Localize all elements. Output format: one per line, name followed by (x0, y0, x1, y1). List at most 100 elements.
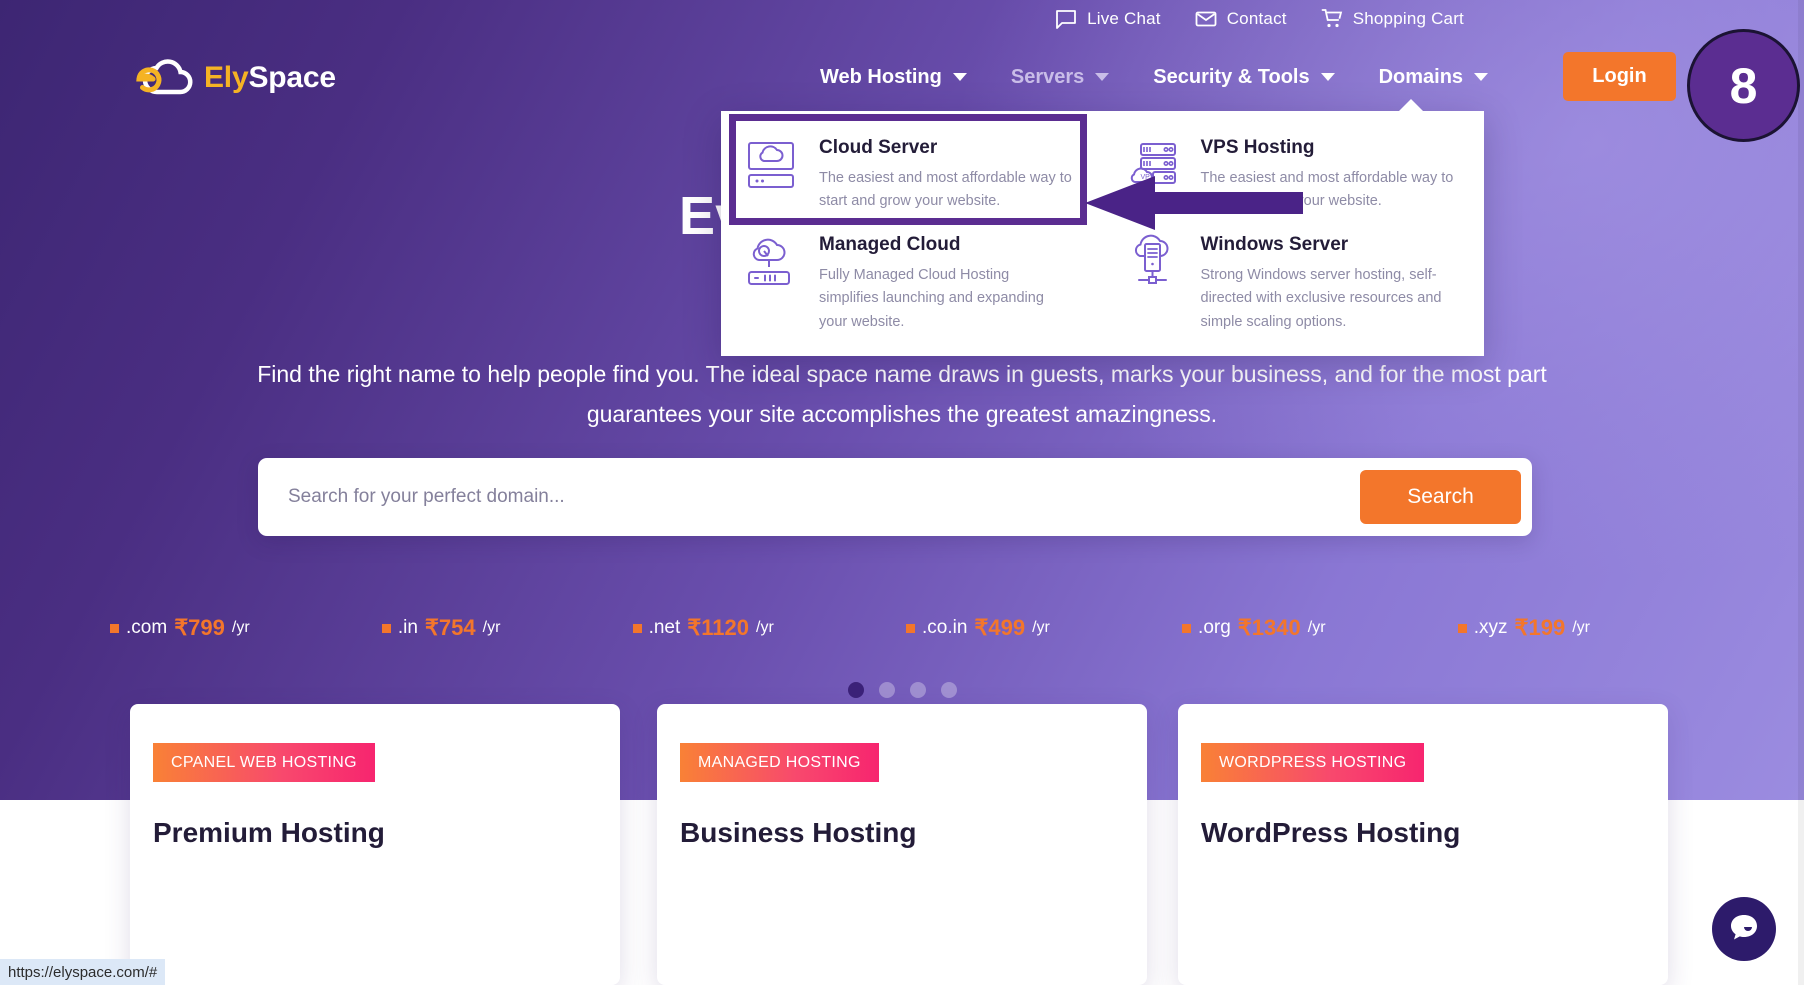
card-title: Premium Hosting (153, 817, 385, 848)
nav-item-security-and-tools[interactable]: Security & Tools (1153, 65, 1335, 89)
dropdown-item-description: The easiest and most affordable way to s… (1200, 170, 1454, 210)
utility-item-label: Shopping Cart (1352, 9, 1464, 28)
dropdown-left-column: Cloud Server The easiest and most afford… (721, 111, 1103, 356)
carousel-dot-2[interactable] (878, 682, 895, 698)
tld-item[interactable]: .org ₹1340 /yr (1182, 615, 1326, 641)
bullet-square-icon (1457, 623, 1467, 633)
hero-subtitle: Find the right name to help people find … (257, 361, 1547, 427)
tld-item[interactable]: .com ₹799 /yr (110, 615, 250, 641)
tld-item[interactable]: .in ₹754 /yr (381, 615, 501, 641)
carousel-pagination (0, 682, 1804, 698)
site-header: ElySpace Web Hosting Servers Security & … (0, 40, 1804, 112)
tld-period: /yr (1572, 619, 1590, 636)
bullet-square-icon (905, 623, 915, 633)
tld-item[interactable]: .net ₹1120 /yr (632, 615, 774, 641)
dropdown-item-description: Strong Windows server hosting, self-dire… (1200, 266, 1442, 330)
hosting-card-cpanel[interactable]: CPANEL WEB HOSTING Premium Hosting (130, 704, 620, 985)
tld-period: /yr (482, 619, 501, 636)
tld-name: .co.in (921, 617, 968, 638)
chat-bubble-icon (1055, 8, 1077, 30)
chevron-down-icon (952, 73, 967, 81)
dropdown-item-cloud-server[interactable]: Cloud Server The easiest and most afford… (721, 125, 1103, 222)
tld-name: .com (126, 617, 168, 638)
chevron-down-icon (1320, 73, 1335, 81)
cloud-server-icon (743, 137, 799, 193)
chat-bubble-filled-icon (1727, 910, 1761, 949)
tld-price: ₹1120 (687, 615, 750, 640)
carousel-dot-4[interactable] (940, 682, 957, 698)
nav-item-web-hosting[interactable]: Web Hosting (820, 66, 967, 89)
dropdown-item-description: Fully Managed Cloud Hosting simplifies l… (819, 266, 1044, 330)
card-title: Business Hosting (680, 817, 917, 848)
utility-item-label: Contact (1226, 9, 1287, 28)
tld-price-list: .com ₹799 /yr .in ₹754 /yr .net ₹1120 /y… (110, 615, 1590, 641)
bullet-square-icon (632, 623, 642, 633)
tld-name: .org (1198, 617, 1231, 638)
tld-period: /yr (1307, 619, 1326, 636)
dropdown-item-managed-cloud[interactable]: Managed Cloud Fully Managed Cloud Hostin… (721, 222, 1103, 342)
utility-bar: Live Chat Contact Shopping Cart (1055, 8, 1464, 30)
chevron-down-icon (1474, 73, 1489, 81)
managed-cloud-icon (743, 234, 799, 290)
dropdown-item-text: Cloud Server The easiest and most afford… (819, 137, 1073, 214)
nav-item-label: Web Hosting (820, 65, 942, 88)
carousel-dot-1[interactable] (847, 682, 864, 698)
utility-item-live-chat[interactable]: Live Chat (1055, 8, 1161, 30)
nav-item-label: Security & Tools (1153, 65, 1310, 88)
search-button[interactable]: Search (1360, 470, 1521, 524)
step-count-badge: 8 (1687, 29, 1800, 142)
dropdown-item-title: Managed Cloud (819, 233, 961, 255)
hosting-card-managed[interactable]: MANAGED HOSTING Business Hosting (657, 704, 1147, 985)
dropdown-item-windows-server[interactable]: Windows Server Strong Windows server hos… (1103, 222, 1485, 342)
card-badge: WORDPRESS HOSTING (1201, 743, 1425, 782)
site-logo[interactable]: ElySpace (128, 58, 336, 98)
chat-widget-button[interactable] (1712, 897, 1776, 961)
chevron-down-icon (1095, 73, 1110, 81)
utility-item-shopping-cart[interactable]: Shopping Cart (1321, 8, 1464, 30)
tld-price: ₹799 (174, 615, 225, 640)
domain-search-bar: Search (258, 458, 1532, 536)
nav-item-servers[interactable]: Servers (1010, 65, 1110, 89)
page-scrollbar[interactable] (1798, 0, 1804, 985)
envelope-icon (1195, 8, 1217, 30)
tld-period: /yr (756, 619, 774, 636)
dropdown-item-text: VPS Hosting The easiest and most afforda… (1201, 137, 1455, 214)
tld-price: ₹199 (1514, 615, 1566, 640)
dropdown-item-description: The easiest and most affordable way to s… (819, 170, 1072, 210)
nav-item-label: Servers (1010, 65, 1085, 88)
carousel-dot-3[interactable] (909, 682, 926, 698)
search-input[interactable] (258, 486, 1360, 508)
tld-name: .in (397, 617, 418, 638)
nav-item-domains[interactable]: Domains (1379, 66, 1489, 89)
tld-period: /yr (231, 619, 250, 636)
card-badge: CPANEL WEB HOSTING (153, 743, 375, 782)
tld-name: .net (648, 617, 681, 638)
hosting-card-wordpress[interactable]: WORDPRESS HOSTING WordPress Hosting (1178, 704, 1668, 985)
bullet-square-icon (381, 623, 391, 633)
browser-status-bar: https://elyspace.com/# (0, 959, 166, 985)
tld-price: ₹754 (424, 615, 476, 640)
cloud-e-logo-icon (128, 58, 196, 98)
utility-item-label: Live Chat (1087, 9, 1161, 28)
dropdown-item-vps-hosting[interactable]: VPS VPS Hosting The easiest and most aff… (1103, 125, 1485, 222)
utility-item-contact[interactable]: Contact (1195, 8, 1287, 30)
tld-name: .xyz (1473, 617, 1508, 638)
login-button[interactable]: Login (1563, 52, 1676, 101)
tld-price: ₹1340 (1237, 615, 1301, 640)
logo-text-space: Space (248, 61, 336, 94)
shopping-cart-icon (1321, 8, 1343, 30)
dropdown-right-column: VPS VPS Hosting The easiest and most aff… (1103, 111, 1485, 356)
main-navigation: Web Hosting Servers Security & Tools Dom… (820, 58, 1489, 96)
hosting-cards-section: CPANEL WEB HOSTING Premium Hosting MANAG… (0, 704, 1804, 985)
tld-price: ₹499 (974, 615, 1026, 640)
tld-item[interactable]: .co.in ₹499 /yr (905, 615, 1050, 641)
dropdown-item-text: Managed Cloud Fully Managed Cloud Hostin… (819, 234, 1073, 334)
svg-text:VPS: VPS (1140, 174, 1154, 181)
windows-server-icon (1125, 234, 1181, 290)
card-title: WordPress Hosting (1201, 817, 1461, 848)
card-badge: MANAGED HOSTING (680, 743, 879, 782)
logo-wordmark: ElySpace (204, 61, 336, 95)
dropdown-item-title: Windows Server (1200, 233, 1349, 255)
tld-item[interactable]: .xyz ₹199 /yr (1457, 615, 1590, 641)
dropdown-item-title: Cloud Server (819, 137, 938, 158)
